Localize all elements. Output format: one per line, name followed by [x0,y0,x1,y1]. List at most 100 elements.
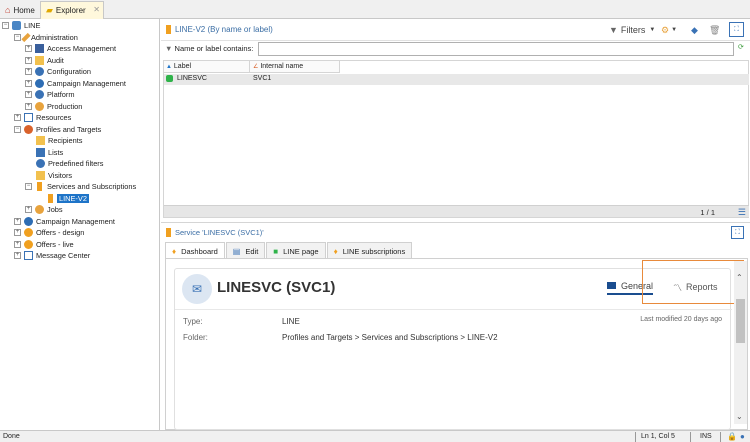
expand-icon[interactable]: + [14,114,21,121]
field-icon: ∠ [253,64,259,70]
tab-explorer[interactable]: ▰ Explorer ✕ [40,1,104,19]
expand-icon[interactable]: + [14,229,21,236]
cursor-position: Ln 1, Col 5 [641,433,675,440]
folder-icon [36,136,45,145]
expand-icon[interactable]: + [14,218,21,225]
tree-item-campaign-management[interactable]: + Campaign Management [14,216,115,227]
detail-panel-title: Service 'LINESVC (SVC1)' [166,228,264,237]
filters-button[interactable]: ▼ Filters ▼ [609,23,655,37]
chevron-down-icon: ▼ [649,27,656,33]
users-icon [24,125,33,134]
expand-icon[interactable]: + [25,57,32,64]
folder-icon [35,56,44,65]
tree-item-access-management[interactable]: + Access Management [25,43,116,54]
actions-button[interactable]: ⚙ ▼ [661,23,677,37]
tree-item-jobs[interactable]: + Jobs [25,204,63,215]
folder-icon [36,171,45,180]
tree-item-audit[interactable]: + Audit [25,55,64,66]
tree-item-offers-design[interactable]: + Offers - design [14,227,84,238]
expand-icon[interactable]: + [25,45,32,52]
service-icon [48,194,53,203]
filter-bar: ▼ Name or label contains: ⟳ [161,41,750,58]
database-icon [12,21,21,30]
list-icon [36,148,45,157]
cell-label: LINESVC [166,75,207,82]
tab-home[interactable]: ⌂ Home [0,1,38,19]
last-modified: Last modified 20 days ago [640,316,722,323]
collapse-icon[interactable]: − [14,126,21,133]
scrollbar-thumb[interactable] [736,299,745,343]
expand-icon[interactable]: + [25,206,32,213]
tree-item-profiles-and-targets[interactable]: − Profiles and Targets [14,124,101,135]
collapse-icon[interactable]: − [14,34,21,41]
column-header-internal-name[interactable]: ∠ Internal name [251,61,340,73]
line-icon: ■ [273,246,279,256]
tree-item-line-v2[interactable]: LINE-V2 [48,193,89,204]
funnel-icon: ▼ [165,44,173,53]
divider [175,309,732,310]
detail-tabs: ♦ Dashboard ▤ Edit ■ LINE page ♦ LINE su… [165,242,413,259]
table-row[interactable]: LINESVC SVC1 [164,74,749,85]
expand-icon[interactable]: + [25,68,32,75]
type-value: LINE [282,317,300,326]
tree-item-services-and-subscriptions[interactable]: − Services and Subscriptions [25,181,136,192]
access-icon [35,44,44,53]
service-icon [166,25,171,34]
tree-item-campaign-management-admin[interactable]: + Campaign Management [25,78,126,89]
close-icon[interactable]: ✕ [93,5,100,14]
monitor-icon [24,251,33,260]
service-icon: ♦ [172,246,177,256]
tree-item-predefined-filters[interactable]: Predefined filters [36,158,103,169]
tab-edit[interactable]: ▤ Edit [225,242,266,259]
expand-icon[interactable]: + [14,252,21,259]
status-divider [690,432,691,442]
tree-item-administration[interactable]: − Administration [14,32,78,43]
navigation-tree: − LINE − Administration + Access Managem… [0,19,160,430]
tab-line-page[interactable]: ■ LINE page [266,242,326,259]
tree-item-production[interactable]: + Production [25,101,82,112]
expand-icon[interactable]: + [25,91,32,98]
tree-item-recipients[interactable]: Recipients [36,135,83,146]
refresh-icon[interactable]: ⟳ [738,43,744,51]
info-icon: ● [740,432,745,441]
chevron-down-icon[interactable]: ⌄ [736,412,743,421]
maximize-detail-button[interactable]: ⛶ [731,226,744,239]
tree-item-configuration[interactable]: + Configuration [25,66,91,77]
delete-button[interactable]: 🗑 [709,23,720,37]
insert-mode: INS [700,433,712,440]
record-title: LINESVC (SVC1) [217,279,336,296]
tree-item-line[interactable]: − LINE [2,20,40,31]
column-header-label[interactable]: ▲ Label [164,61,250,73]
chevron-up-icon[interactable]: ⌃ [736,273,743,282]
expand-panel-button[interactable]: ⛶ [729,22,744,37]
tree-item-visitors[interactable]: Visitors [36,170,72,181]
collapse-icon[interactable]: − [25,183,32,190]
tree-item-resources[interactable]: + Resources [14,112,71,123]
filter-label: ▼ Name or label contains: [165,44,254,53]
expand-icon[interactable]: + [14,241,21,248]
vertical-scrollbar[interactable]: ⌃ ⌄ [734,261,747,424]
offer-icon [24,228,33,237]
collapse-icon[interactable]: − [2,22,9,29]
lock-icon: 🔒 [727,432,737,441]
folder-label: Folder: [183,333,208,342]
status-divider [720,432,721,442]
gear-icon [35,67,44,76]
tree-item-offers-live[interactable]: + Offers - live [14,239,74,250]
status-text: Done [3,433,20,440]
expand-icon[interactable]: + [25,80,32,87]
new-button[interactable]: ◆ [691,23,698,37]
filter-input[interactable] [258,42,734,56]
tree-item-message-center[interactable]: + Message Center [14,250,90,261]
tree-item-lists[interactable]: Lists [36,147,63,158]
service-avatar: ✉ [182,274,212,304]
tab-line-subscriptions[interactable]: ♦ LINE subscriptions [326,242,413,259]
tab-dashboard[interactable]: ♦ Dashboard [165,242,225,259]
folder-value: Profiles and Targets > Services and Subs… [282,333,498,342]
funnel-icon: ▼ [609,25,618,35]
expand-icon[interactable]: + [25,103,32,110]
menu-icon[interactable]: ☰ [738,207,746,218]
line-service-icon [166,75,173,82]
tree-item-platform[interactable]: + Platform [25,89,75,100]
maximize-icon: ⛶ [735,229,740,236]
